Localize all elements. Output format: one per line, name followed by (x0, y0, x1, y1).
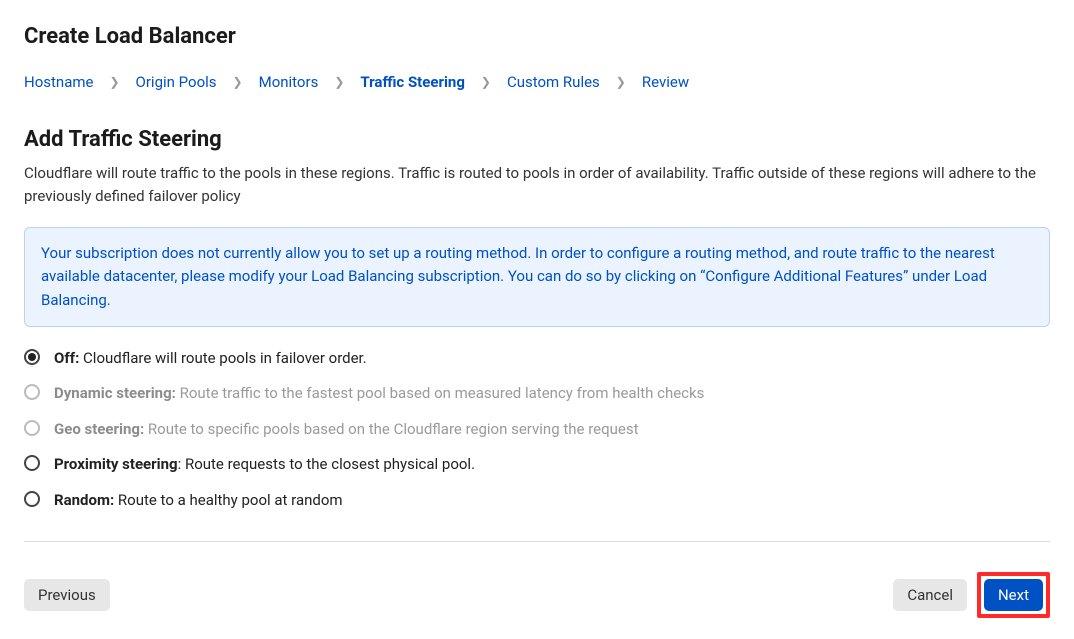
radio-icon[interactable] (24, 491, 40, 507)
option-proximity-steering[interactable]: Proximity steering: Route requests to th… (24, 453, 1050, 476)
option-label: Proximity steering: Route requests to th… (54, 453, 475, 476)
radio-icon[interactable] (24, 455, 40, 471)
breadcrumb-hostname[interactable]: Hostname (24, 73, 93, 91)
page-title: Create Load Balancer (24, 24, 1050, 49)
option-label: Off: Cloudflare will route pools in fail… (54, 347, 367, 370)
breadcrumb-monitors[interactable]: Monitors (259, 73, 319, 91)
cancel-button[interactable]: Cancel (893, 579, 967, 611)
chevron-right-icon: ❯ (481, 75, 491, 89)
option-label: Random: Route to a healthy pool at rando… (54, 489, 343, 512)
chevron-right-icon: ❯ (109, 75, 119, 89)
steering-options: Off: Cloudflare will route pools in fail… (24, 347, 1050, 512)
option-random[interactable]: Random: Route to a healthy pool at rando… (24, 489, 1050, 512)
chevron-right-icon: ❯ (616, 75, 626, 89)
breadcrumb-origin-pools[interactable]: Origin Pools (136, 73, 217, 91)
section-description: Cloudflare will route traffic to the poo… (24, 162, 1050, 207)
chevron-right-icon: ❯ (334, 75, 344, 89)
chevron-right-icon: ❯ (233, 75, 243, 89)
radio-icon (24, 384, 40, 400)
next-button-highlight: Next (977, 572, 1050, 618)
option-off[interactable]: Off: Cloudflare will route pools in fail… (24, 347, 1050, 370)
radio-icon (24, 420, 40, 436)
option-dynamic-steering: Dynamic steering: Route traffic to the f… (24, 382, 1050, 405)
option-geo-steering: Geo steering: Route to specific pools ba… (24, 418, 1050, 441)
subscription-info-banner: Your subscription does not currently all… (24, 227, 1050, 327)
section-title: Add Traffic Steering (24, 127, 1050, 152)
breadcrumb-review[interactable]: Review (642, 73, 689, 91)
breadcrumb-traffic-steering[interactable]: Traffic Steering (360, 73, 465, 91)
divider (24, 541, 1050, 542)
previous-button[interactable]: Previous (24, 579, 110, 611)
option-label: Dynamic steering: Route traffic to the f… (54, 382, 704, 405)
breadcrumb-custom-rules[interactable]: Custom Rules (507, 73, 600, 91)
next-button[interactable]: Next (984, 579, 1043, 611)
wizard-footer: Previous Cancel Next (24, 572, 1050, 618)
breadcrumb: Hostname ❯ Origin Pools ❯ Monitors ❯ Tra… (24, 73, 1050, 91)
radio-icon[interactable] (24, 349, 40, 365)
option-label: Geo steering: Route to specific pools ba… (54, 418, 639, 441)
